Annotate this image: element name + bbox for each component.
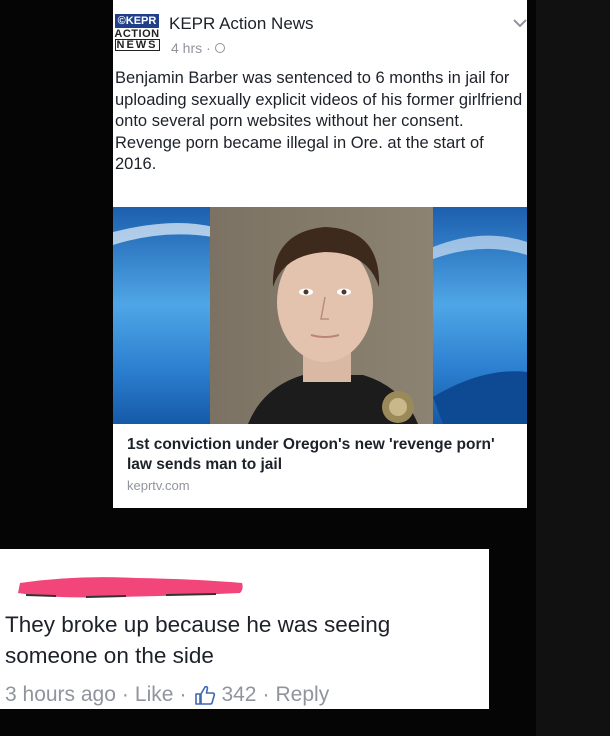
post-meta: 4 hrs · bbox=[171, 40, 225, 56]
comment-actions: 3 hours ago · Like · 342 · Reply bbox=[5, 683, 329, 707]
action-separator: · bbox=[262, 683, 270, 706]
globe-icon bbox=[214, 43, 225, 53]
facebook-post: ©KEPR ACTION NEWS KEPR Action News 4 hrs… bbox=[113, 0, 527, 508]
link-domain: keprtv.com bbox=[127, 478, 190, 493]
page-name-link[interactable]: KEPR Action News bbox=[169, 14, 314, 34]
thumbs-up-icon bbox=[194, 684, 216, 706]
page-logo[interactable]: ©KEPR ACTION NEWS bbox=[113, 14, 161, 58]
comment: They broke up because he was seeing some… bbox=[0, 549, 489, 709]
post-time[interactable]: 4 hrs bbox=[171, 40, 202, 56]
comment-time[interactable]: 3 hours ago bbox=[5, 683, 116, 707]
link-preview-image[interactable] bbox=[113, 207, 527, 424]
like-count[interactable]: 342 bbox=[221, 683, 256, 707]
logo-line-3: NEWS bbox=[114, 39, 160, 51]
comment-text: They broke up because he was seeing some… bbox=[5, 612, 391, 668]
mugshot-photo bbox=[113, 207, 527, 424]
post-paragraph: Benjamin Barber was sentenced to 6 month… bbox=[115, 69, 523, 130]
reply-button[interactable]: Reply bbox=[276, 683, 330, 707]
redaction-mark bbox=[18, 577, 243, 598]
action-separator: · bbox=[121, 683, 129, 706]
dark-side-panel bbox=[536, 0, 610, 736]
logo-line-2: ACTION bbox=[114, 28, 160, 40]
post-paragraph: Revenge porn became illegal in Ore. at t… bbox=[115, 133, 484, 174]
like-button[interactable]: Like bbox=[135, 683, 174, 707]
action-separator: · bbox=[179, 683, 187, 706]
post-message: Benjamin Barber was sentenced to 6 month… bbox=[115, 68, 525, 176]
link-title[interactable]: 1st conviction under Oregon's new 'reven… bbox=[127, 435, 517, 475]
chevron-down-icon[interactable] bbox=[509, 12, 531, 34]
post-header: ©KEPR ACTION NEWS KEPR Action News 4 hrs… bbox=[113, 8, 527, 60]
logo-line-1: ©KEPR bbox=[114, 14, 160, 28]
meta-separator: · bbox=[206, 40, 211, 56]
link-caption[interactable]: 1st conviction under Oregon's new 'reven… bbox=[127, 435, 517, 493]
